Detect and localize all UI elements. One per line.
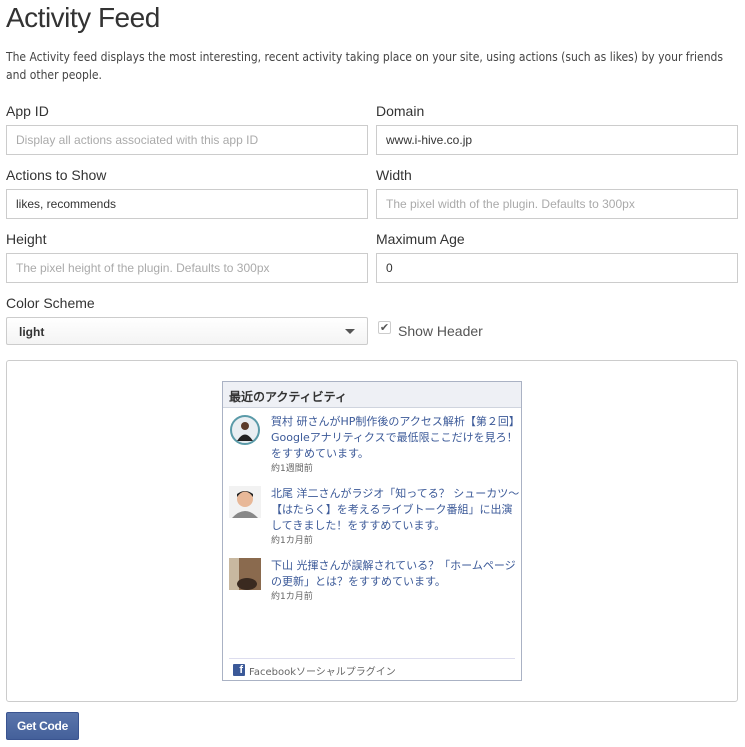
height-input[interactable] xyxy=(6,253,368,283)
activity-text[interactable]: 下山 光揮さんが誤解されている？「ホームページの更新」とは？をすすめています。 xyxy=(271,558,521,590)
plugin-header: 最近のアクティビティ xyxy=(223,382,521,408)
color-scheme-label: Color Scheme xyxy=(6,295,95,311)
activity-time: 約1週間前 xyxy=(271,464,313,474)
app-id-label: App ID xyxy=(6,103,49,119)
domain-input[interactable] xyxy=(376,125,738,155)
avatar[interactable] xyxy=(229,558,261,590)
actions-input[interactable] xyxy=(6,189,368,219)
activity-time: 約1カ月前 xyxy=(271,536,313,546)
facebook-icon: f xyxy=(233,664,245,676)
avatar[interactable] xyxy=(229,414,261,446)
activity-feed-plugin: 最近のアクティビティ 賀村 研さんがHP制作後のアクセス解析【第２回】Googl… xyxy=(222,381,522,681)
app-id-input[interactable] xyxy=(6,125,368,155)
show-header-label: Show Header xyxy=(398,323,483,339)
show-header-checkbox[interactable]: ✔ xyxy=(378,321,391,334)
activity-time: 約1カ月前 xyxy=(271,592,313,602)
width-label: Width xyxy=(376,167,412,183)
max-age-input[interactable] xyxy=(376,253,738,283)
width-input[interactable] xyxy=(376,189,738,219)
activity-text[interactable]: 賀村 研さんがHP制作後のアクセス解析【第２回】Googleアナリティクスで最低… xyxy=(271,414,521,462)
color-scheme-select[interactable]: light xyxy=(6,317,368,345)
actions-label: Actions to Show xyxy=(6,167,107,183)
get-code-button[interactable]: Get Code xyxy=(6,712,79,740)
color-scheme-value: light xyxy=(19,325,45,339)
chevron-down-icon xyxy=(345,329,355,334)
height-label: Height xyxy=(6,231,47,247)
avatar[interactable] xyxy=(229,486,261,518)
domain-label: Domain xyxy=(376,103,425,119)
checkmark-icon: ✔ xyxy=(379,321,390,334)
page-description: The Activity feed displays the most inte… xyxy=(6,50,724,82)
plugin-footer-text[interactable]: Facebookソーシャルプラグイン xyxy=(249,667,396,678)
activity-text[interactable]: 北尾 洋二さんがラジオ「知ってる？ シューカツ～【はたらく】を考えるライブトーク… xyxy=(271,486,521,534)
plugin-footer: f Facebookソーシャルプラグイン xyxy=(229,658,515,680)
page-title: Activity Feed xyxy=(6,2,160,33)
max-age-label: Maximum Age xyxy=(376,231,465,247)
